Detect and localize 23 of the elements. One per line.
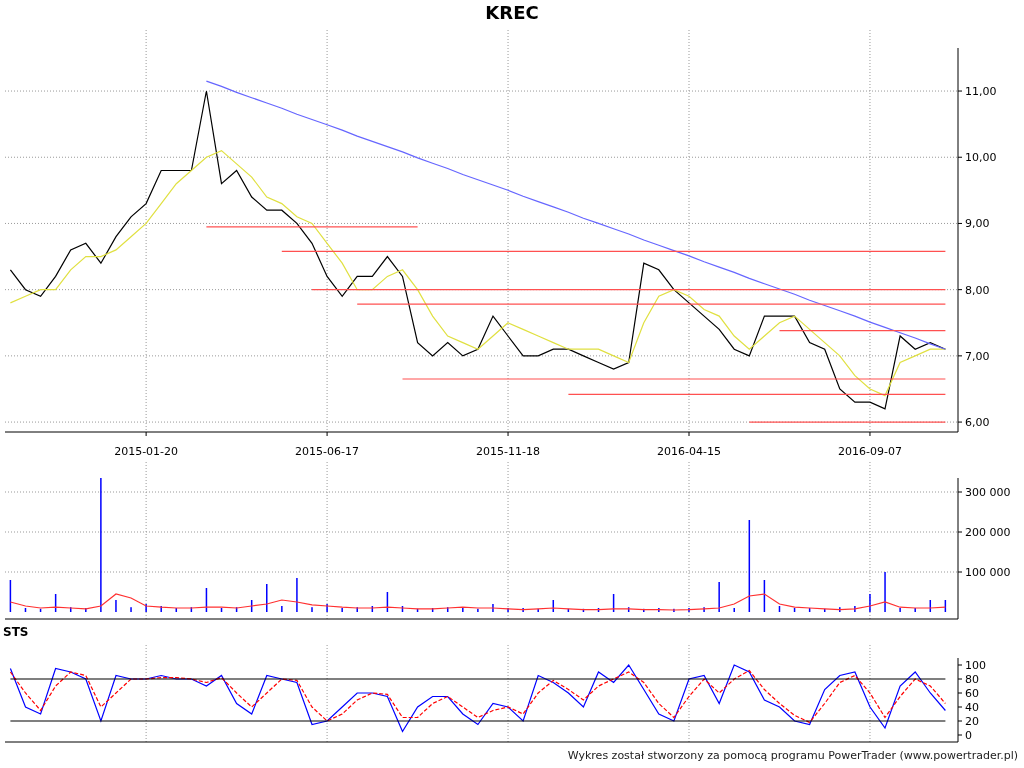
axis-label: 20: [965, 715, 979, 728]
axis-label: 300 000: [965, 486, 1011, 499]
axis-label: 2016-09-07: [838, 445, 902, 458]
axis-label: 8,00: [965, 283, 990, 297]
axis-label: 9,00: [965, 217, 990, 231]
axis-label: 2015-11-18: [476, 445, 540, 458]
axis-label: 7,00: [965, 349, 990, 363]
chart-title: KREC: [485, 4, 539, 22]
axis-label: 100: [965, 659, 986, 672]
axis-label: 2016-04-15: [657, 445, 721, 458]
axis-label: 6,00: [965, 416, 990, 430]
axis-label: 0: [965, 729, 972, 742]
axis-label: 40: [965, 701, 979, 714]
axis-label: 2015-01-20: [114, 445, 179, 458]
axis-label: 60: [965, 687, 979, 700]
axis-label: 10,00: [965, 151, 997, 165]
axis-label: 80: [965, 673, 979, 686]
axis-label: 100 000: [965, 566, 1011, 579]
footer-credit: Wykres został stworzony za pomocą programu PowerTrader (www.powertrader.pl): [567, 748, 1018, 765]
axis-label: 11,00: [965, 85, 997, 99]
axis-label: 2015-06-17: [295, 445, 360, 458]
axis-label: 200 000: [965, 526, 1011, 539]
indicator-label: STS: [3, 626, 29, 638]
